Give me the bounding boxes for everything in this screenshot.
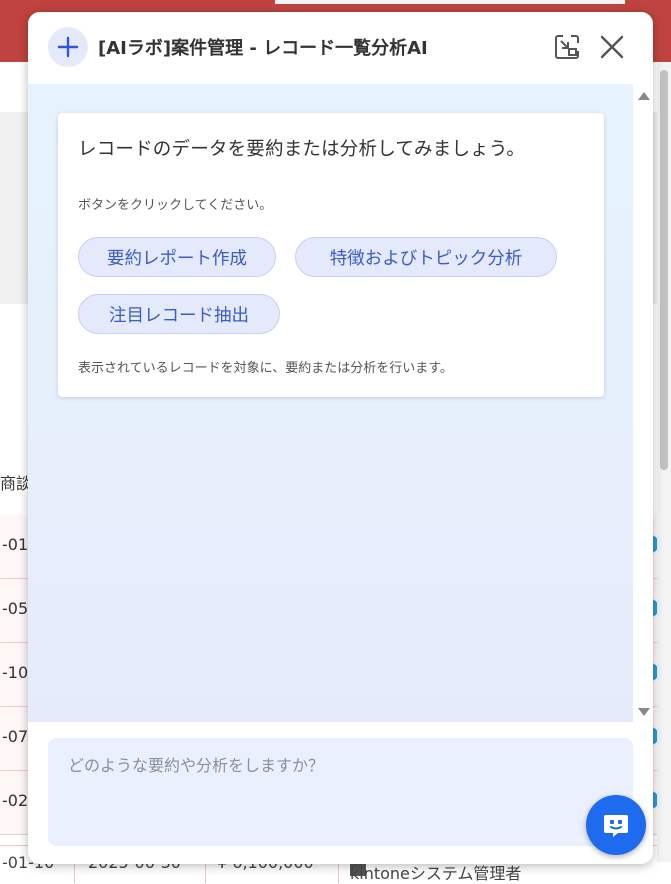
chat-bot-icon <box>604 815 628 837</box>
welcome-card: レコードのデータを要約または分析してみましょう。 ボタンをクリックしてください。… <box>58 113 604 397</box>
tab-strip <box>275 0 625 4</box>
page-scrollbar[interactable] <box>657 62 671 862</box>
row-date: -10 <box>2 663 29 682</box>
row-date: -05 <box>2 599 29 618</box>
welcome-footer: 表示されているレコードを対象に、要約または分析を行います。 <box>78 361 453 376</box>
welcome-hint: ボタンをクリックしてください。 <box>78 198 273 213</box>
collapse-button[interactable] <box>552 32 582 62</box>
chat-input[interactable] <box>48 738 633 846</box>
scroll-up-arrow-icon[interactable] <box>638 92 650 100</box>
welcome-title: レコードのデータを要約または分析してみましょう。 <box>78 139 526 160</box>
plus-icon <box>57 36 79 58</box>
notable-records-button[interactable]: 注目レコード抽出 <box>78 294 280 334</box>
panel-title: [AIラボ]案件管理 - レコード一覧分析AI <box>98 38 428 59</box>
chat-scrollbar[interactable] <box>633 84 653 722</box>
page-scrollbar-thumb[interactable] <box>660 70 668 470</box>
topic-analysis-button[interactable]: 特徴およびトピック分析 <box>295 237 557 277</box>
chat-fab-button[interactable] <box>586 795 646 855</box>
row-date: -07 <box>2 727 29 746</box>
row-date: -02 <box>2 791 29 810</box>
row-date: -01 <box>2 535 29 554</box>
close-icon <box>600 35 624 59</box>
chat-input-container <box>48 738 633 846</box>
close-button[interactable] <box>597 32 627 62</box>
summary-report-button[interactable]: 要約レポート作成 <box>78 237 276 277</box>
new-chat-button[interactable] <box>48 27 88 67</box>
collapse-icon <box>555 35 579 59</box>
ai-chat-panel: [AIラボ]案件管理 - レコード一覧分析AI レコードのデータを要約または分析… <box>28 12 653 864</box>
scroll-down-arrow-icon[interactable] <box>638 708 650 716</box>
panel-header: [AIラボ]案件管理 - レコード一覧分析AI <box>28 12 653 84</box>
